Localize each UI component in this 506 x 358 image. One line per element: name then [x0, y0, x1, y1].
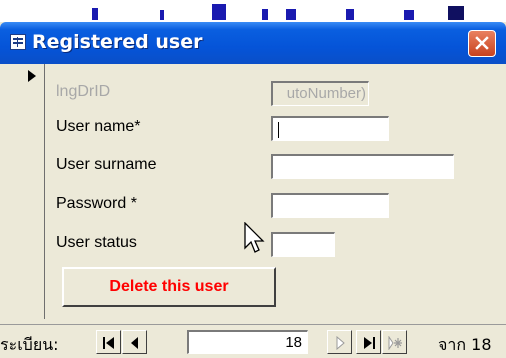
field-label-lngdrid: lngDrID	[56, 83, 111, 100]
form-body: lngDrID utoNumber) User name* User surna…	[0, 64, 506, 324]
user-name-input[interactable]	[271, 116, 389, 141]
record-selector[interactable]	[22, 64, 45, 319]
next-record-icon	[336, 336, 345, 350]
last-record-icon	[364, 337, 375, 349]
previous-record-icon	[131, 337, 138, 349]
delete-user-button[interactable]: Delete this user	[62, 267, 276, 307]
close-icon	[475, 36, 489, 50]
screen: Registered user lngDrID utoNumber) User …	[0, 0, 506, 358]
lngdrid-field: utoNumber)	[271, 81, 369, 106]
title-bar[interactable]: Registered user	[0, 22, 506, 64]
user-surname-input[interactable]	[271, 154, 454, 179]
current-record-arrow-icon	[28, 70, 36, 82]
form-icon[interactable]	[10, 34, 26, 50]
window-title: Registered user	[32, 31, 203, 53]
field-label-user-surname: User surname	[56, 156, 157, 173]
new-record-icon	[388, 336, 402, 350]
record-total-label: จาก 18	[438, 335, 492, 354]
last-record-button[interactable]	[356, 330, 381, 354]
background-window-edge	[0, 0, 506, 24]
user-status-input[interactable]	[271, 232, 335, 257]
previous-record-button[interactable]	[122, 330, 147, 354]
field-label-user-name: User name*	[56, 118, 141, 135]
text-caret	[278, 122, 279, 138]
password-input[interactable]	[271, 193, 389, 218]
first-record-button[interactable]	[96, 330, 121, 354]
registered-user-window: Registered user lngDrID utoNumber) User …	[0, 22, 506, 358]
first-record-icon	[103, 337, 114, 349]
close-button[interactable]	[468, 30, 496, 57]
record-label: ระเบียน:	[0, 335, 59, 354]
new-record-button[interactable]	[382, 330, 407, 354]
mouse-pointer-icon	[244, 222, 265, 253]
field-label-user-status: User status	[56, 234, 137, 251]
record-navigation-bar: ระเบียน: 18 จาก 18	[0, 324, 506, 358]
record-number-input[interactable]: 18	[187, 330, 308, 354]
field-label-password: Password *	[56, 195, 137, 212]
next-record-button[interactable]	[327, 330, 352, 354]
